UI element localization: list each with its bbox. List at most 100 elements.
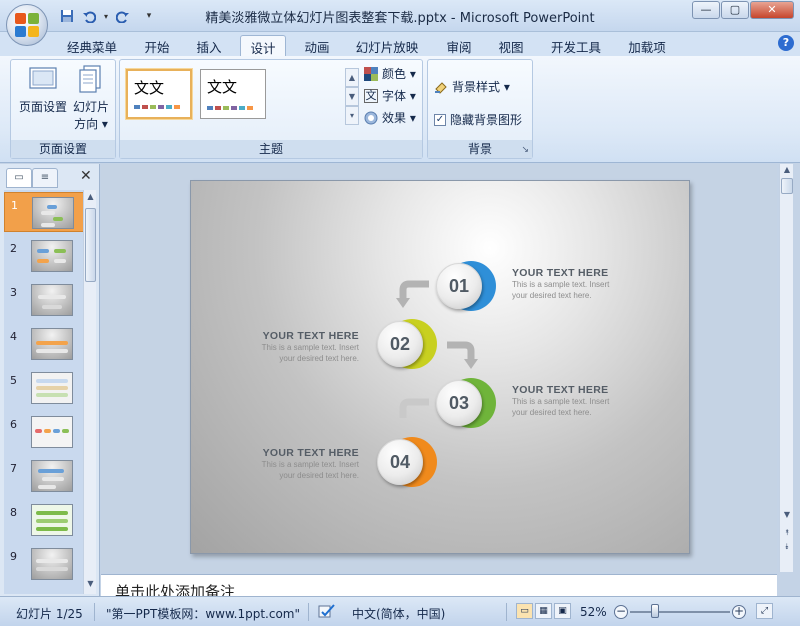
help-icon[interactable]: ? (778, 35, 794, 51)
slide-thumbnail[interactable]: 6 (4, 412, 84, 452)
theme-swatches (207, 106, 253, 110)
slide-number: 1 (11, 199, 18, 212)
node-number: 01 (436, 263, 482, 309)
background-styles-icon (434, 80, 448, 94)
theme-swatches (134, 105, 180, 109)
slide-preview (31, 460, 73, 492)
text-heading: YOUR TEXT HERE (262, 330, 359, 342)
slide-preview (31, 504, 73, 536)
gallery-more-icon[interactable]: ▾ (345, 106, 359, 125)
tab-view[interactable]: 视图 (494, 35, 528, 56)
zoom-level[interactable]: 52% (580, 605, 607, 619)
scroll-down-icon[interactable]: ▼ (84, 579, 97, 592)
zoom-in-icon[interactable]: + (732, 605, 746, 619)
scroll-up-icon[interactable]: ▲ (84, 192, 97, 205)
slide-thumbnail[interactable]: 1 (4, 192, 84, 232)
fit-to-window-icon[interactable]: ⤢ (756, 603, 773, 619)
panel-close-icon[interactable]: ✕ (80, 168, 95, 184)
tab-developer[interactable]: 开发工具 (548, 35, 604, 56)
slide-show-view-icon[interactable]: ▣ (554, 603, 571, 619)
node-number: 02 (377, 321, 423, 367)
slide-number: 2 (10, 242, 17, 255)
colors-label: 颜色 ▾ (382, 67, 416, 81)
text-body-line: This is a sample text. Insert (512, 397, 610, 406)
background-styles-button[interactable]: 背景样式 ▾ (434, 78, 510, 95)
tab-animations[interactable]: 动画 (300, 35, 334, 56)
slide-thumbnail[interactable]: 8 (4, 500, 84, 540)
tab-review[interactable]: 审阅 (442, 35, 476, 56)
close-button[interactable]: ✕ (750, 1, 794, 19)
theme-fonts-button[interactable]: 文 字体 ▾ (364, 87, 416, 104)
normal-view-icon[interactable]: ▭ (516, 603, 533, 619)
theme-thumbnail-2[interactable]: 文文 (200, 69, 266, 119)
scroll-up-icon[interactable]: ▲ (780, 165, 794, 178)
text-body-line: your desired text here. (512, 291, 592, 300)
gallery-down-icon[interactable]: ▼ (345, 87, 359, 106)
tab-add-ins[interactable]: 加载项 (625, 35, 669, 56)
tab-insert[interactable]: 插入 (192, 35, 226, 56)
node-number: 04 (377, 439, 423, 485)
slide-thumbnail[interactable]: 5 (4, 368, 84, 408)
curved-arrow-icon (396, 280, 429, 308)
theme-thumbnail-1[interactable]: 文文 (126, 69, 192, 119)
notes-pane[interactable]: 单击此处添加备注 (101, 574, 777, 596)
zoom-slider[interactable] (630, 611, 730, 613)
theme-colors-button[interactable]: 颜色 ▾ (364, 65, 416, 82)
page-setup-button[interactable]: 页面设置 (17, 64, 69, 115)
slide-thumbnail[interactable]: 3 (4, 280, 84, 320)
scroll-down-icon[interactable]: ▼ (780, 510, 794, 523)
hide-background-graphics-checkbox[interactable]: ✓ 隐藏背景图形 (434, 111, 522, 128)
maximize-button[interactable]: ▢ (721, 1, 749, 19)
office-logo-icon (15, 13, 39, 37)
slide[interactable]: 01 02 03 04 YOUR TEXT HERE This is a sam… (190, 180, 690, 554)
text-body-line: your desired text here. (279, 354, 359, 363)
status-bar: 幻灯片 1/25 "第一PPT模板网：www.1ppt.com" 中文(简体，中… (0, 596, 800, 626)
slide-thumbnail[interactable]: 4 (4, 324, 84, 364)
slide-preview (31, 372, 73, 404)
slides-panel-scrollbar[interactable]: ▲ ▼ (83, 190, 96, 594)
group-page-setup: 页面设置 幻灯片 方向 ▾ 页面设置 (10, 59, 116, 159)
page-setup-icon (28, 64, 58, 94)
text-heading: YOUR TEXT HERE (262, 447, 359, 459)
tab-classic-menu[interactable]: 经典菜单 (64, 35, 120, 56)
gallery-up-icon[interactable]: ▲ (345, 68, 359, 87)
slide-scrollbar[interactable]: ▲ ▼ ⯭ ⯯ (779, 164, 793, 572)
tab-design[interactable]: 设计 (240, 35, 286, 56)
zoom-out-icon[interactable]: − (614, 605, 628, 619)
slide-orientation-button[interactable]: 幻灯片 方向 ▾ (69, 64, 113, 132)
slide-thumbnail[interactable]: 2 (4, 236, 84, 276)
page-setup-label: 页面设置 (18, 100, 67, 114)
text-heading: YOUR TEXT HERE (512, 384, 609, 396)
slide-sorter-view-icon[interactable]: ▦ (535, 603, 552, 619)
scrollbar-thumb[interactable] (85, 208, 96, 282)
checkbox-checked-icon[interactable]: ✓ (434, 113, 446, 126)
previous-slide-icon[interactable]: ⯭ (780, 528, 794, 541)
slide-preview (32, 197, 74, 229)
slide-preview (31, 416, 73, 448)
title-bar: ▾ ▾ 精美淡雅微立体幻灯片图表整套下载.pptx - Microsoft Po… (0, 0, 800, 32)
slide-thumbnail[interactable]: 7 (4, 456, 84, 496)
effects-icon (364, 111, 378, 125)
scrollbar-thumb[interactable] (781, 178, 793, 194)
theme-effects-button[interactable]: 效果 ▾ (364, 109, 416, 126)
effects-label: 效果 ▾ (382, 111, 416, 125)
dialog-launcher-icon[interactable]: ↘ (521, 145, 529, 155)
step-node-01: 01 (436, 261, 496, 311)
slides-tab-icon[interactable]: ▭ (6, 168, 32, 188)
next-slide-icon[interactable]: ⯯ (780, 542, 794, 555)
outline-tab-icon[interactable]: ≡ (32, 168, 58, 188)
slide-thumbnail-list: 1 2 3 4 5 6 7 8 9 (4, 190, 84, 594)
zoom-slider-thumb[interactable] (651, 604, 659, 618)
group-label-themes: 主题 (120, 140, 422, 158)
slide-preview (31, 240, 73, 272)
office-button[interactable] (6, 4, 48, 46)
tab-slide-show[interactable]: 幻灯片放映 (354, 35, 420, 56)
slide-orientation-label-2: 方向 ▾ (74, 117, 108, 131)
minimize-button[interactable]: — (692, 1, 720, 19)
slide-thumbnail[interactable]: 9 (4, 544, 84, 584)
spell-check-icon[interactable] (318, 603, 336, 622)
text-heading: YOUR TEXT HERE (512, 267, 609, 279)
language-indicator[interactable]: 中文(简体，中国) (352, 605, 445, 622)
theme-gallery-scroll: ▲ ▼ ▾ (345, 68, 359, 126)
tab-home[interactable]: 开始 (140, 35, 174, 56)
